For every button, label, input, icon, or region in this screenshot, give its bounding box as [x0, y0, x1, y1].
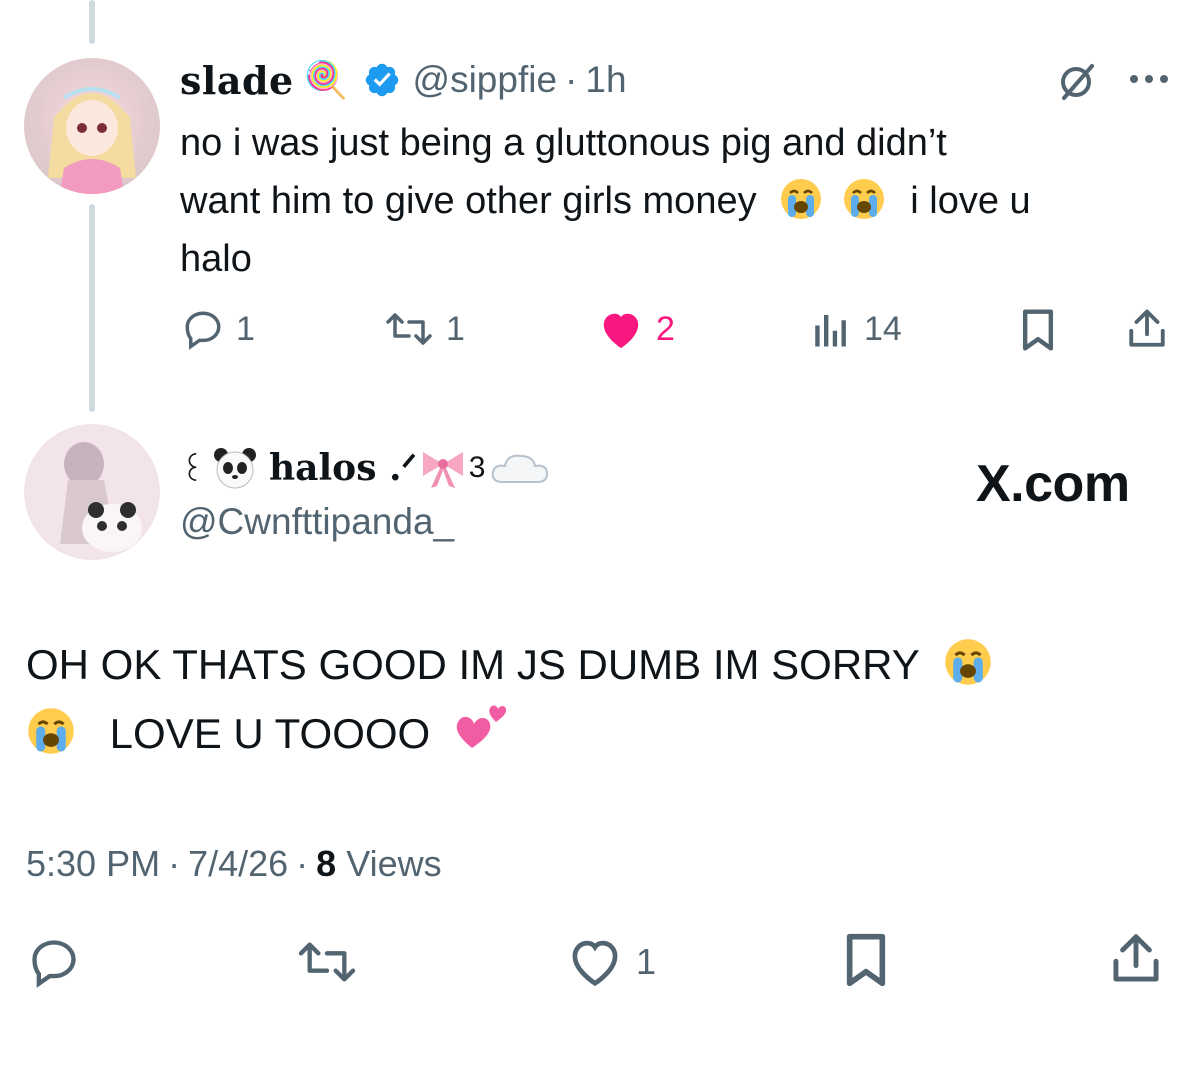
main-text-line-1: OH OK THATS GOOD IM JS DUMB IM SORRY	[26, 632, 1176, 698]
repost-icon	[386, 313, 432, 345]
main-like-button[interactable]: 1	[566, 936, 656, 988]
reply-repost-button[interactable]: 1	[384, 308, 465, 350]
reply-text: no i was just being a gluttonous pig and…	[180, 114, 1170, 288]
views-chart-icon	[815, 315, 846, 347]
main-handle[interactable]: @Cwnfttipanda_	[180, 498, 454, 546]
main-display-name[interactable]: ꒰ halos .ᐟ 3	[180, 440, 551, 496]
reply-time[interactable]: 1h	[585, 59, 626, 101]
avatar-image-icon	[24, 58, 160, 194]
two-hearts-emoji-icon	[456, 705, 507, 748]
crying-face-emoji-icon	[781, 179, 822, 219]
reply-text-line-1: no i was just being a gluttonous pig and…	[180, 122, 947, 164]
reply-share-button[interactable]	[1126, 306, 1168, 357]
reply-separator: ·	[565, 59, 578, 100]
main-text-line-1-content: OH OK THATS GOOD IM JS DUMB IM SORRY	[26, 641, 919, 688]
crying-face-emoji-icon	[843, 179, 884, 219]
bookmark-icon	[846, 933, 886, 987]
views-count[interactable]: 8	[316, 843, 336, 885]
bookmark-icon	[1022, 309, 1054, 351]
crying-face-emoji-icon	[944, 639, 991, 685]
reply-display-name[interactable]: slade	[180, 58, 294, 103]
reply-text-line-2-start: want him to give other girls money	[180, 180, 757, 222]
repost-count: 1	[446, 309, 465, 348]
grok-icon	[1061, 64, 1094, 100]
reply-header: slade 🍭 @sippfie · 1h	[180, 52, 627, 108]
reply-text-line-3: halo	[180, 238, 252, 280]
main-text-line-2: LOVE U TOOOO	[26, 698, 1176, 767]
name-prefix: ꒰	[180, 452, 205, 488]
reply-count: 1	[236, 309, 255, 348]
reply-handle[interactable]: @sippfie	[413, 59, 558, 101]
cloud-emoji-icon	[492, 454, 549, 483]
post-time[interactable]: 5:30 PM	[26, 843, 160, 885]
main-share-button[interactable]	[1108, 930, 1164, 993]
main-meta: 5:30 PM · 7/4/26 · 8 Views	[26, 838, 442, 890]
avatar-halos[interactable]	[24, 424, 160, 560]
main-repost-button[interactable]	[296, 936, 358, 993]
comment-icon	[32, 940, 76, 988]
reply-bookmark-button[interactable]	[1018, 308, 1058, 357]
share-icon	[1129, 309, 1165, 347]
panda-emoji-icon	[214, 448, 256, 489]
grok-button[interactable]	[1054, 58, 1100, 109]
more-button[interactable]	[1128, 72, 1170, 91]
lollipop-emoji: 🍭	[303, 60, 349, 101]
share-icon	[1113, 934, 1159, 982]
x-watermark: X.com	[976, 455, 1130, 513]
main-like-count: 1	[636, 941, 657, 982]
like-count: 2	[656, 309, 675, 348]
name-text: halos .ᐟ	[269, 447, 417, 489]
thread-line-reply	[89, 204, 95, 412]
avatar-slade[interactable]	[24, 58, 160, 194]
views-count: 14	[864, 309, 902, 348]
repost-icon	[298, 942, 356, 982]
main-text: OH OK THATS GOOD IM JS DUMB IM SORRY LOV…	[26, 632, 1176, 767]
meta-separator: ·	[168, 843, 181, 884]
comment-icon	[185, 311, 221, 350]
meta-separator: ·	[296, 843, 309, 884]
post-date[interactable]: 7/4/26	[188, 843, 288, 885]
crying-face-emoji-icon	[28, 708, 74, 754]
reply-text-line-2: want him to give other girls money i lov…	[180, 172, 1170, 230]
main-reply-button[interactable]	[26, 936, 82, 993]
thread-line-top	[89, 0, 95, 44]
main-bookmark-button[interactable]	[842, 932, 890, 993]
more-horizontal-icon	[1130, 75, 1168, 83]
reply-reply-button[interactable]: 1	[182, 308, 255, 350]
views-label: Views	[346, 843, 442, 884]
reply-like-button[interactable]: 2	[598, 308, 675, 350]
heart-outline-icon	[572, 940, 618, 987]
name-suffix: 3	[468, 451, 486, 484]
verified-badge-icon	[365, 63, 398, 97]
heart-filled-icon	[603, 313, 639, 349]
ribbon-emoji-icon	[422, 452, 463, 488]
avatar-image-icon	[24, 424, 160, 560]
main-text-line-2-content: LOVE U TOOOO	[109, 710, 431, 757]
reply-text-line-2-end: i love u	[910, 180, 1031, 222]
reply-views-button[interactable]: 14	[810, 308, 902, 350]
